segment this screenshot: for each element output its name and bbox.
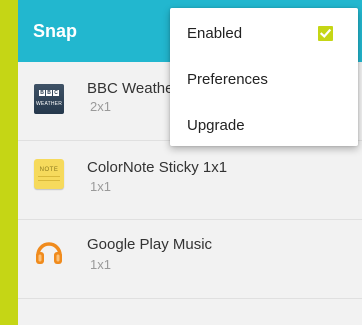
list-item-subtitle: 1x1 (90, 257, 111, 272)
list-item-subtitle: 1x1 (90, 179, 111, 194)
headphones-icon (34, 236, 64, 266)
app-title: Snap (33, 20, 78, 41)
list-item-subtitle: 2x1 (90, 99, 111, 114)
checkbox-checked-icon[interactable] (318, 26, 333, 41)
colornote-icon: NOTE (34, 159, 64, 189)
list-item-colornote[interactable]: NOTE ColorNote Sticky 1x1 1x1 (18, 141, 362, 220)
menu-item-upgrade[interactable]: Upgrade (170, 102, 358, 148)
overflow-menu: Enabled Preferences Upgrade (170, 8, 358, 146)
list-item-title: Google Play Music (87, 236, 213, 253)
list-item-google-play-music[interactable]: Google Play Music 1x1 (18, 220, 362, 299)
bbc-weather-icon: B B C WEATHER (34, 84, 64, 114)
menu-item-preferences[interactable]: Preferences (170, 56, 358, 102)
list-item-title: ColorNote Sticky 1x1 (87, 159, 228, 176)
list-item-title: BBC Weather (87, 80, 179, 97)
menu-item-enabled[interactable]: Enabled (170, 10, 358, 56)
